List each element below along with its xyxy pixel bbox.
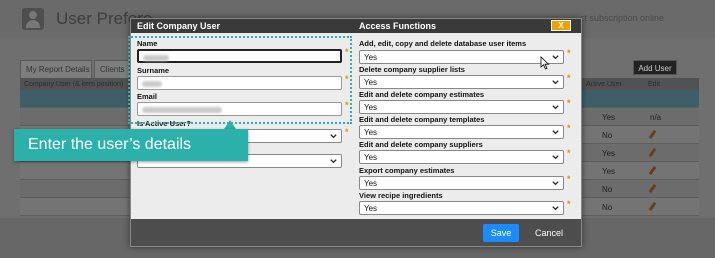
access-label-1: Delete company supplier lists [359, 65, 465, 74]
required-marker: * [567, 148, 571, 158]
access-label-3: Edit and delete company templates [359, 115, 485, 124]
user-icon [22, 8, 44, 30]
access-label-2: Edit and delete company estimates [359, 90, 485, 99]
access-select-4[interactable]: Yes [359, 150, 564, 164]
access-select-value: Yes [364, 153, 378, 162]
required-marker: * [567, 73, 571, 83]
access-select-3[interactable]: Yes [359, 125, 564, 139]
access-select-value: Yes [364, 128, 378, 137]
access-label-0: Add, edit, copy and delete database user… [359, 39, 527, 48]
save-button[interactable]: Save [483, 224, 519, 242]
subscription-note: ct subscription online [580, 13, 665, 23]
instruction-callout: Enter the user’s details [14, 129, 248, 161]
chevron-down-icon [552, 155, 559, 160]
required-marker: * [567, 48, 571, 58]
active-cell: Yes [602, 167, 616, 176]
access-label-4: Edit and delete company suppliers [359, 140, 483, 149]
required-marker: * [567, 174, 571, 184]
required-marker: * [567, 123, 571, 133]
access-select-1[interactable]: Yes [359, 75, 564, 89]
required-marker: * [567, 98, 571, 108]
access-select-value: Yes [364, 204, 378, 213]
access-select-0[interactable]: Yes [359, 50, 564, 64]
access-select-2[interactable]: Yes [359, 100, 564, 114]
access-select-value: Yes [364, 78, 378, 87]
access-select-value: Yes [364, 53, 378, 62]
access-label-6: View recipe ingredients [359, 191, 443, 200]
cancel-button[interactable]: Cancel [528, 224, 570, 242]
required-marker: * [345, 127, 349, 137]
chevron-down-icon [330, 159, 337, 164]
dialog-footer: Save Cancel [131, 219, 581, 246]
mouse-cursor-icon [540, 56, 550, 70]
active-cell: No [602, 203, 613, 212]
column-header-active: Active User [586, 81, 622, 88]
chevron-down-icon [552, 181, 559, 186]
dialog-title: Edit Company User [137, 21, 221, 31]
access-select-5[interactable]: Yes [359, 176, 564, 190]
edit-cell: n/a [650, 113, 662, 122]
tab-my-report-details[interactable]: My Report Details [20, 60, 92, 78]
access-select-value: Yes [364, 103, 378, 112]
chevron-down-icon [552, 55, 559, 60]
chevron-down-icon [552, 130, 559, 135]
close-button[interactable]: X [551, 20, 571, 31]
highlight-box [128, 36, 352, 124]
required-marker: * [567, 199, 571, 209]
column-header-user: Company User (& item position) [24, 81, 124, 88]
add-user-button[interactable]: Add User [633, 60, 677, 75]
chevron-down-icon [552, 206, 559, 211]
active-cell: No [602, 185, 613, 194]
active-cell: No [602, 131, 613, 140]
dialog-titlebar: Edit Company User Access Functions X [131, 19, 581, 33]
chevron-down-icon [552, 80, 559, 85]
column-header-edit: Edit [648, 81, 661, 88]
chevron-down-icon [552, 105, 559, 110]
active-cell: Yes [602, 149, 616, 158]
active-cell: Yes [602, 113, 616, 122]
tab-clients[interactable]: Clients [94, 60, 130, 78]
access-label-5: Export company estimates [359, 166, 455, 175]
access-select-6[interactable]: Yes [359, 201, 564, 215]
chevron-down-icon [330, 134, 337, 139]
callout-pointer [224, 120, 236, 129]
access-functions-heading: Access Functions [359, 21, 437, 31]
access-select-value: Yes [364, 179, 378, 188]
